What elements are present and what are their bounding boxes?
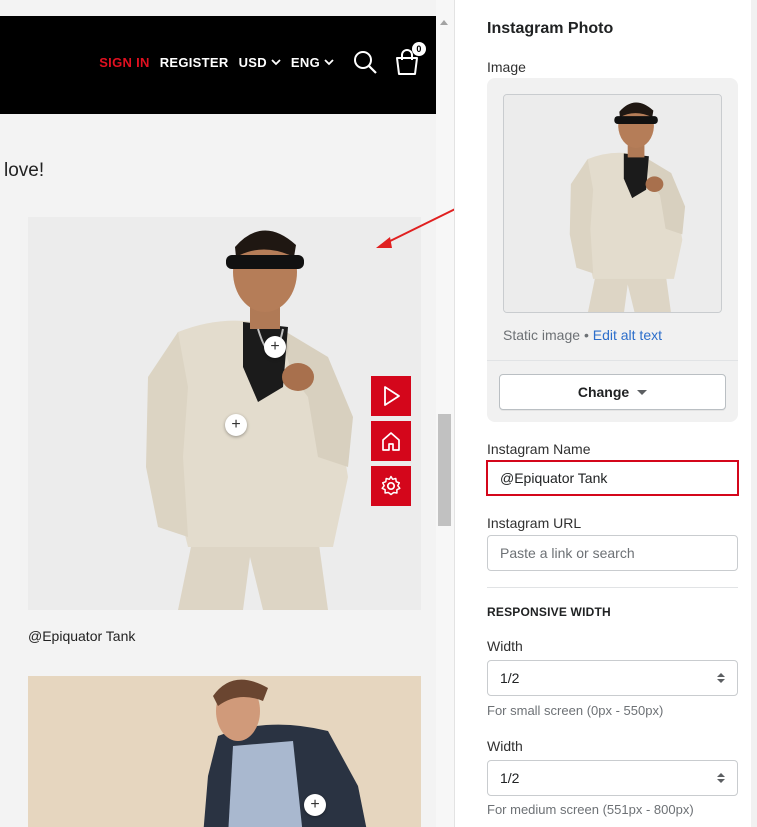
editor-side-tools xyxy=(371,376,411,511)
width-label-small: Width xyxy=(487,638,523,654)
width-label-medium: Width xyxy=(487,738,523,754)
preview-scrollbar-thumb[interactable] xyxy=(438,414,451,526)
thumbnail-image xyxy=(504,95,721,312)
home-tool-button[interactable] xyxy=(371,421,411,461)
preview-tool-button[interactable] xyxy=(371,376,411,416)
chevron-down-icon xyxy=(324,58,334,65)
change-button-label: Change xyxy=(577,384,630,400)
product-hotspot-3[interactable]: + xyxy=(304,794,326,816)
instagram-name-label: Instagram Name xyxy=(487,441,591,457)
instagram-name-input[interactable] xyxy=(500,470,725,486)
product-hotspot-2[interactable]: + xyxy=(225,414,247,436)
home-icon xyxy=(382,432,400,451)
search-button[interactable] xyxy=(352,49,378,75)
small-screen-help: For small screen (0px - 550px) xyxy=(487,703,664,718)
currency-dropdown[interactable]: USD xyxy=(239,55,281,70)
model-photo-image xyxy=(28,217,421,610)
app-root: SIGN IN REGISTER USD ENG 0 love! + + @Ep… xyxy=(0,0,757,827)
language-label: ENG xyxy=(290,54,320,70)
responsive-width-heading: RESPONSIVE WIDTH xyxy=(487,605,611,619)
width-select-medium-value: 1/2 xyxy=(500,770,520,786)
photo-caption: @Epiquator Tank xyxy=(28,628,136,644)
language-dropdown[interactable]: ENG xyxy=(291,55,334,70)
image-picker-card: Static image • Edit alt text Change xyxy=(487,78,738,422)
register-link[interactable]: REGISTER xyxy=(160,55,229,70)
settings-tool-button[interactable] xyxy=(371,466,411,506)
static-image-label: Static image xyxy=(503,327,581,343)
chevron-down-icon xyxy=(271,58,281,65)
medium-screen-help: For medium screen (551px - 800px) xyxy=(487,802,694,817)
width-select-medium[interactable]: 1/2 xyxy=(487,760,738,796)
change-image-button[interactable]: Change xyxy=(499,374,726,410)
play-icon xyxy=(384,386,400,406)
width-select-small[interactable]: 1/2 xyxy=(487,660,738,696)
scroll-up-arrow[interactable] xyxy=(440,20,448,25)
store-preview: SIGN IN REGISTER USD ENG 0 love! + + @Ep… xyxy=(0,0,454,827)
card-divider xyxy=(487,360,738,361)
panel-title: Instagram Photo xyxy=(487,20,614,37)
image-thumbnail[interactable] xyxy=(503,94,722,313)
select-arrows-icon xyxy=(717,673,725,683)
store-header: SIGN IN REGISTER USD ENG 0 xyxy=(0,16,436,114)
instagram-url-label: Instagram URL xyxy=(487,515,582,531)
edit-alt-text-link[interactable]: Edit alt text xyxy=(593,327,662,343)
header-nav: SIGN IN REGISTER USD ENG 0 xyxy=(99,42,426,76)
section-divider xyxy=(487,587,738,588)
width-select-small-value: 1/2 xyxy=(500,670,520,686)
settings-panel: Instagram Photo Image Static image • Edi… xyxy=(454,0,757,827)
instagram-name-field[interactable] xyxy=(486,460,739,496)
alt-text-row: Static image • Edit alt text xyxy=(503,327,662,343)
model-photo-image xyxy=(28,676,421,827)
cart-button[interactable]: 0 xyxy=(394,42,426,76)
instagram-url-input[interactable] xyxy=(500,545,725,561)
panel-scrollbar[interactable] xyxy=(751,0,757,827)
caret-down-icon xyxy=(637,389,648,395)
instagram-photo-1[interactable]: + + xyxy=(28,217,421,610)
select-arrows-icon xyxy=(717,773,725,783)
cart-count-badge: 0 xyxy=(412,42,426,56)
instagram-photo-2[interactable]: + xyxy=(28,676,421,827)
section-heading: love! xyxy=(4,160,45,181)
product-hotspot-1[interactable]: + xyxy=(264,336,286,358)
instagram-url-field[interactable] xyxy=(487,535,738,571)
image-label: Image xyxy=(487,59,526,75)
currency-label: USD xyxy=(238,54,267,70)
gear-icon xyxy=(381,475,401,496)
separator-dot: • xyxy=(583,327,589,343)
sign-in-link[interactable]: SIGN IN xyxy=(99,55,150,70)
search-icon xyxy=(354,51,377,74)
